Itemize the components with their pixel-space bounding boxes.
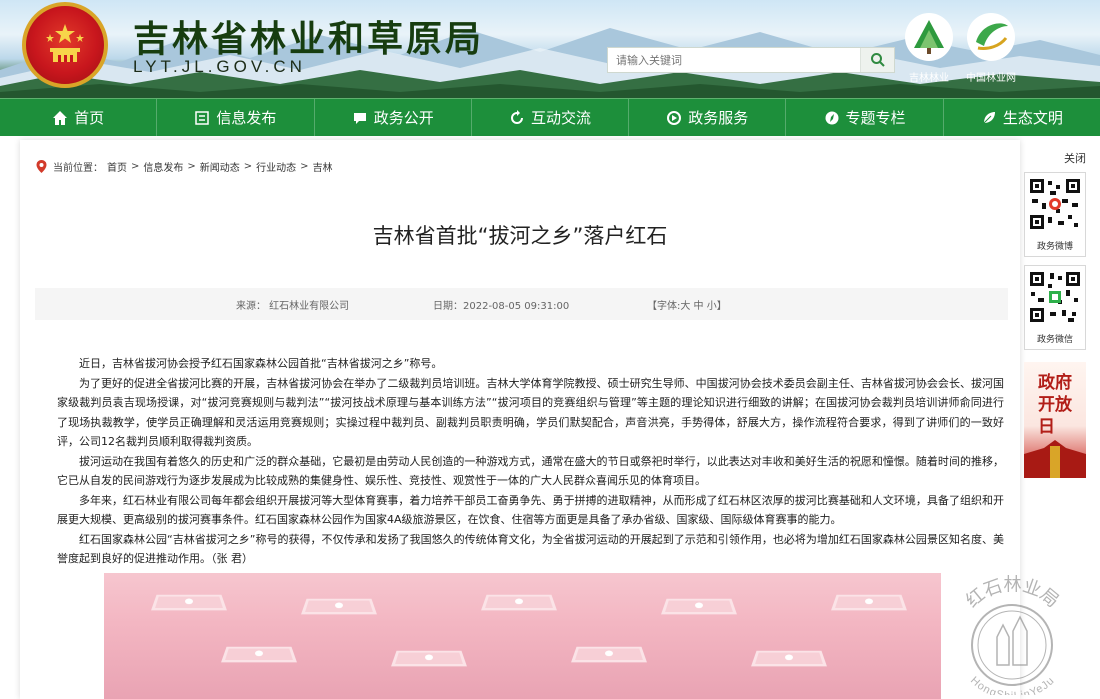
- logo-label: 中国林业网: [966, 73, 1016, 84]
- breadcrumb: 当前位置： 首页 > 信息发布 > 新闻动态 > 行业动态 > 吉林: [36, 159, 337, 174]
- location-pin-icon: [36, 160, 47, 173]
- promo-text: 政府开放日: [1038, 373, 1072, 437]
- qr-code-icon: [1028, 177, 1082, 231]
- open-day-banner[interactable]: 政府开放日: [1024, 362, 1086, 478]
- ceiling-light: [481, 594, 557, 611]
- home-icon: [53, 110, 68, 125]
- article-paragraph: 为了更好的促进全省拔河比赛的开展，吉林省拔河协会在举办了二级裁判员培训班。吉林大…: [57, 376, 1004, 449]
- national-emblem: [22, 2, 108, 88]
- watermark-top-text: 红石林业局: [962, 575, 1063, 612]
- breadcrumb-industry-news[interactable]: 行业动态: [256, 159, 296, 174]
- ceiling-light: [831, 594, 907, 611]
- nav-label: 专题专栏: [845, 109, 906, 127]
- breadcrumb-prefix: 当前位置：: [53, 163, 103, 174]
- service-icon: [667, 110, 682, 125]
- article-meta: 来源： 红石林业有限公司 日期：2022-08-05 09:31:00 【字体:…: [35, 288, 1008, 320]
- article-title: 吉林省首批“拔河之乡”落户红石: [372, 224, 668, 248]
- logo-label: 吉林林业: [909, 73, 949, 84]
- site-domain: LYT.JL.GOV.CN: [133, 57, 306, 76]
- close-sidebar-button[interactable]: 关闭: [1024, 150, 1086, 166]
- qr-card-wechat[interactable]: 政务微信: [1024, 265, 1086, 350]
- article-container: 当前位置： 首页 > 信息发布 > 新闻动态 > 行业动态 > 吉林 吉林省首批“拔河之…: [20, 140, 1020, 699]
- article-paragraph: 近日，吉林省拔河协会授予红石国家森林公园首批“吉林省拔河之乡”称号。: [79, 357, 443, 370]
- article-paragraph: 拔河运动在我国有着悠久的历史和广泛的群众基础，它最初是由劳动人民创造的一种游戏方…: [57, 454, 1004, 488]
- breadcrumb-news[interactable]: 新闻动态: [200, 159, 240, 174]
- article-paragraph: 多年来，红石林业有限公司每年都会组织开展拔河等大型体育赛事，着力培养干部员工奋勇…: [57, 493, 1004, 527]
- ceiling-light: [221, 646, 297, 663]
- nav-label: 政务服务: [688, 109, 749, 127]
- search-button[interactable]: [860, 48, 894, 72]
- refresh-icon: [511, 109, 523, 124]
- nav-gov-affairs[interactable]: 政务公开: [315, 99, 472, 136]
- leaf-icon: [983, 111, 995, 123]
- nav-label: 互动交流: [530, 109, 591, 127]
- main-nav: 首页 信息发布 政务公开 互动交流 政务服务 专题专栏 生态文明: [0, 98, 1100, 136]
- nav-gov-service[interactable]: 政务服务: [629, 99, 787, 136]
- ceiling-light: [661, 598, 737, 615]
- nav-home[interactable]: 首页: [0, 99, 158, 136]
- breadcrumb-separator: >: [243, 161, 253, 172]
- china-forestry-logo[interactable]: 中国林业网: [966, 12, 1016, 84]
- search-icon: [870, 53, 885, 67]
- qr-code-icon: [1028, 270, 1082, 324]
- breadcrumb-separator: >: [300, 161, 309, 172]
- article-date: 日期：2022-08-05 09:31:00: [433, 301, 570, 312]
- nav-special-topics[interactable]: 专题专栏: [786, 99, 944, 136]
- search-box: [607, 47, 895, 73]
- nav-info-release[interactable]: 信息发布: [157, 99, 315, 136]
- chat-icon: [353, 112, 366, 124]
- nav-label: 信息发布: [216, 109, 277, 127]
- site-title: 吉林省林业和草原局: [133, 18, 485, 60]
- qr-label: 政务微博: [1036, 242, 1073, 252]
- article-paragraph: 红石国家森林公园“吉林省拔河之乡”称号的获得，不仅传承和发扬了我国悠久的传统体育…: [57, 532, 1004, 566]
- font-size-controls[interactable]: 【字体:大 中 小】: [647, 297, 727, 312]
- china-forestry-icon: [967, 13, 1015, 61]
- jilin-forestry-icon: [905, 13, 953, 61]
- breadcrumb-jilin[interactable]: 吉林: [313, 159, 333, 174]
- qr-card-weibo[interactable]: 政务微博: [1024, 172, 1086, 257]
- nav-label: 首页: [74, 109, 105, 127]
- compass-icon: [825, 111, 839, 124]
- ceiling-light: [751, 650, 827, 667]
- site-header: 吉林省林业和草原局 LYT.JL.GOV.CN 吉林林业 中国林业网: [0, 0, 1100, 98]
- article-body: 近日，吉林省拔河协会授予红石国家森林公园首批“吉林省拔河之乡”称号。 为了更好的…: [57, 354, 1004, 569]
- nav-label: 生态文明: [1002, 109, 1063, 127]
- document-icon: [195, 110, 210, 125]
- breadcrumb-info-release[interactable]: 信息发布: [143, 159, 183, 174]
- watermark-seal: 红石林业局 HongShiLinYeJu: [962, 575, 1063, 696]
- breadcrumb-separator: >: [187, 161, 196, 172]
- nav-ecology[interactable]: 生态文明: [944, 99, 1100, 136]
- nav-label: 政务公开: [373, 109, 434, 127]
- search-input[interactable]: [608, 48, 860, 72]
- article-photo: [104, 573, 941, 699]
- emblem-icon: [46, 24, 84, 62]
- jilin-forestry-logo[interactable]: 吉林林业: [904, 12, 954, 84]
- ceiling-light: [301, 598, 377, 615]
- breadcrumb-separator: >: [131, 161, 140, 172]
- nav-interaction[interactable]: 互动交流: [472, 99, 630, 136]
- article-source: 来源： 红石林业有限公司: [236, 301, 350, 312]
- floating-sidebar: 关闭 政务微博 政务微信 政府开放日: [1024, 150, 1090, 478]
- qr-label: 政务微信: [1036, 335, 1073, 345]
- ceiling-light: [391, 650, 467, 667]
- breadcrumb-home[interactable]: 首页: [107, 159, 127, 174]
- ceiling-light: [571, 646, 647, 663]
- ceiling-light: [151, 594, 227, 611]
